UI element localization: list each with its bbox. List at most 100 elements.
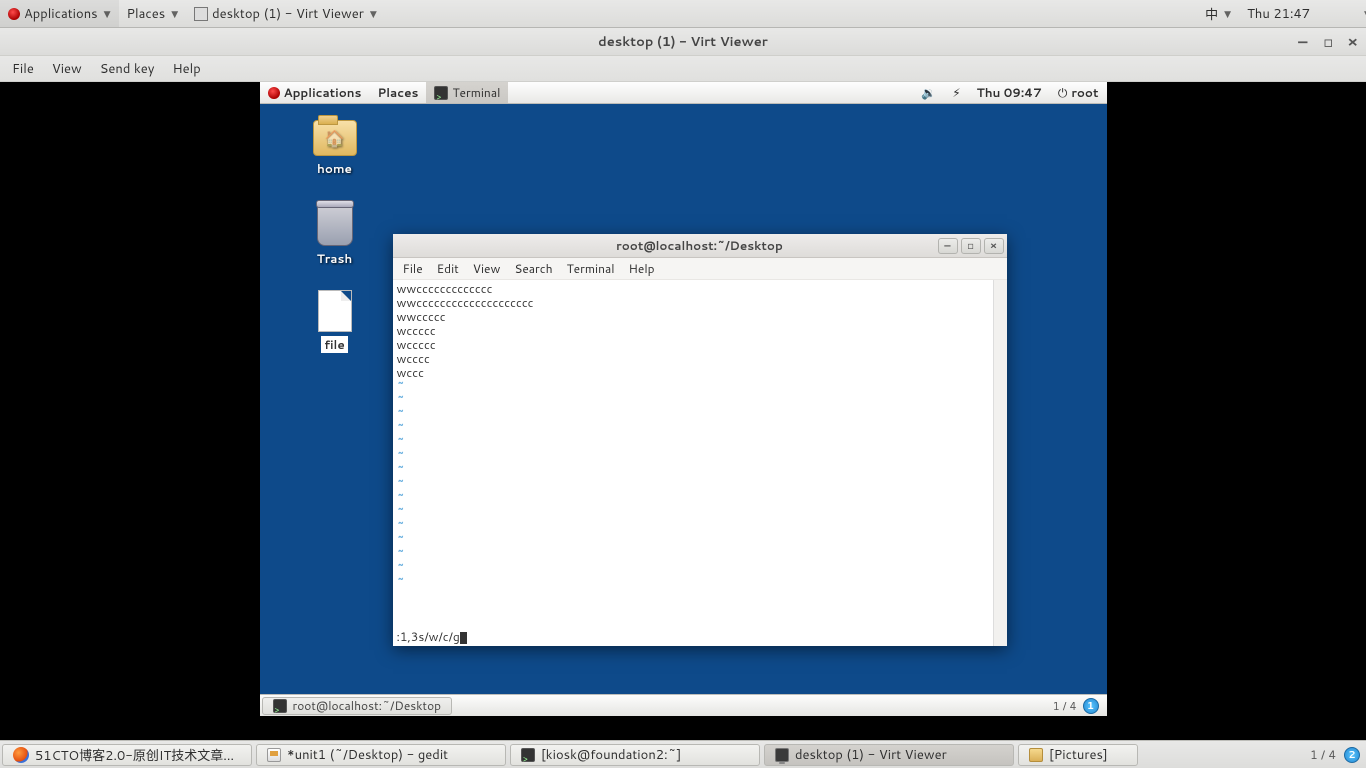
virt-menu-sendkey[interactable]: Send key <box>100 60 155 78</box>
trash-icon <box>317 204 353 246</box>
places-label: Places <box>127 5 166 23</box>
guest-bottombar: root@localhost:~/Desktop 1 / 4 1 <box>260 694 1107 716</box>
host-task-gedit[interactable]: *unit1 (~/Desktop) - gedit <box>256 744 506 766</box>
virt-menu-view[interactable]: View <box>52 60 82 78</box>
guest-volume-icon[interactable]: 🔉 <box>913 84 944 101</box>
task-label: [Pictures] <box>1049 746 1108 764</box>
vim-tilde: ~ <box>397 520 1003 534</box>
chevron-down-icon: ▼ <box>1224 7 1231 20</box>
scrollbar[interactable] <box>993 280 1007 646</box>
virt-menu-file[interactable]: File <box>12 60 34 78</box>
term-menu-search[interactable]: Search <box>514 260 552 277</box>
task-label: *unit1 (~/Desktop) - gedit <box>287 746 448 764</box>
desktop-icon-file[interactable]: file <box>300 290 370 353</box>
guest-applications-label: Applications <box>284 84 362 101</box>
ime-indicator[interactable]: 中 ▼ <box>1197 4 1239 24</box>
close-button[interactable]: × <box>1347 31 1358 52</box>
icon-label: file <box>321 336 348 353</box>
term-menu-file[interactable]: File <box>403 260 423 277</box>
vim-tilde: ~ <box>397 450 1003 464</box>
terminal-body[interactable]: wwccccccccccccc wwcccccccccccccccccccc w… <box>393 280 1007 646</box>
host-pager-label: 1 / 4 <box>1310 746 1336 763</box>
logout-icon: ⏻ <box>1058 84 1068 101</box>
vim-tilde: ~ <box>397 478 1003 492</box>
icon-label: home <box>300 160 370 177</box>
host-task-virt-viewer[interactable]: desktop (1) - Virt Viewer <box>764 744 1014 766</box>
host-bottombar: 51CTO博客2.0-原创IT技术文章… *unit1 (~/Desktop) … <box>0 740 1366 768</box>
host-task-pictures[interactable]: [Pictures] <box>1018 744 1138 766</box>
terminal-window: root@localhost:~/Desktop − ▫ × File Edit… <box>393 234 1007 646</box>
guest-network-icon[interactable]: ⚡ <box>944 84 968 101</box>
chevron-down-icon: ▼ <box>370 7 377 20</box>
terminal-menubar: File Edit View Search Terminal Help <box>393 258 1007 280</box>
terminal-titlebar[interactable]: root@localhost:~/Desktop − ▫ × <box>393 234 1007 258</box>
maximize-button[interactable]: ▫ <box>1323 31 1333 52</box>
vim-tilde: ~ <box>397 464 1003 478</box>
chevron-down-icon: ▼ <box>104 7 111 20</box>
guest-applications-menu[interactable]: Applications <box>260 82 370 103</box>
guest-task-terminal[interactable]: Terminal <box>426 82 508 103</box>
terminal-line: wcccc <box>397 352 1003 366</box>
monitor-icon <box>775 748 789 762</box>
virt-menubar: File View Send key Help <box>0 56 1366 82</box>
network-icon[interactable] <box>1318 7 1334 21</box>
vim-command-line[interactable]: :1,3s/w/c/g <box>397 630 467 644</box>
folder-icon <box>313 120 357 156</box>
desktop-icon-trash[interactable]: Trash <box>300 204 370 267</box>
chevron-down-icon: ▼ <box>171 7 178 20</box>
host-topbar: Applications ▼ Places ▼ desktop (1) - Vi… <box>0 0 1366 28</box>
desktop-icon-home[interactable]: home <box>300 120 370 177</box>
guest-places-label: Places <box>377 84 418 101</box>
host-task-firefox[interactable]: 51CTO博客2.0-原创IT技术文章… <box>2 744 252 766</box>
vim-tilde: ~ <box>397 562 1003 576</box>
guest-task-label: root@localhost:~/Desktop <box>293 697 442 714</box>
minimize-button[interactable]: − <box>938 238 958 254</box>
guest-user-label: root <box>1071 84 1098 101</box>
terminal-line: wccccc <box>397 324 1003 338</box>
vim-tilde: ~ <box>397 394 1003 408</box>
redhat-icon <box>8 8 20 20</box>
volume-icon[interactable] <box>1334 7 1350 21</box>
guest-places-menu[interactable]: Places <box>369 82 426 103</box>
gedit-icon <box>267 748 281 762</box>
term-menu-terminal[interactable]: Terminal <box>567 260 615 277</box>
close-button[interactable]: × <box>984 238 1004 254</box>
vim-tilde: ~ <box>397 408 1003 422</box>
workspace-badge[interactable]: 2 <box>1344 747 1360 763</box>
guest-clock[interactable]: Thu 09:47 <box>969 84 1050 101</box>
guest-task-button[interactable]: root@localhost:~/Desktop <box>262 697 453 715</box>
virt-menu-help[interactable]: Help <box>172 60 200 78</box>
host-topbar-task[interactable]: desktop (1) - Virt Viewer ▼ <box>186 0 385 27</box>
clock-label: Thu 21:47 <box>1247 5 1310 23</box>
host-task-terminal[interactable]: [kiosk@foundation2:~] <box>510 744 760 766</box>
terminal-line: wccc <box>397 366 1003 380</box>
task-label: desktop (1) - Virt Viewer <box>795 746 947 764</box>
power-icon[interactable]: ▼ <box>1350 7 1366 21</box>
virt-titlebar[interactable]: desktop (1) - Virt Viewer − ▫ × <box>0 28 1366 56</box>
terminal-icon <box>273 699 287 713</box>
vim-tilde: ~ <box>397 492 1003 506</box>
guest-pager-label: 1 / 4 <box>1053 698 1077 714</box>
guest-desktop[interactable]: home Trash file root@localhost:~/Desktop… <box>260 104 1107 694</box>
maximize-button[interactable]: ▫ <box>961 238 981 254</box>
vm-display: Applications Places Terminal 🔉 ⚡ Thu 09:… <box>0 82 1366 740</box>
host-places-menu[interactable]: Places ▼ <box>119 0 187 27</box>
host-clock[interactable]: Thu 21:47 <box>1239 5 1318 23</box>
workspace-badge[interactable]: 1 <box>1083 698 1099 714</box>
host-applications-menu[interactable]: Applications ▼ <box>0 0 119 27</box>
vim-tilde: ~ <box>397 380 1003 394</box>
term-menu-view[interactable]: View <box>473 260 501 277</box>
terminal-line: wwccccc <box>397 310 1003 324</box>
ime-icon: 中 <box>1205 4 1218 24</box>
term-menu-edit[interactable]: Edit <box>437 260 459 277</box>
minimize-button[interactable]: − <box>1297 31 1310 52</box>
folder-icon <box>1029 748 1043 762</box>
term-menu-help[interactable]: Help <box>629 260 655 277</box>
guest-user-menu[interactable]: ⏻ root <box>1050 84 1107 101</box>
vim-tilde: ~ <box>397 534 1003 548</box>
redhat-icon <box>268 87 280 99</box>
vim-tilde: ~ <box>397 436 1003 450</box>
terminal-icon <box>521 748 535 762</box>
vim-tilde: ~ <box>397 576 1003 590</box>
vim-tilde: ~ <box>397 422 1003 436</box>
